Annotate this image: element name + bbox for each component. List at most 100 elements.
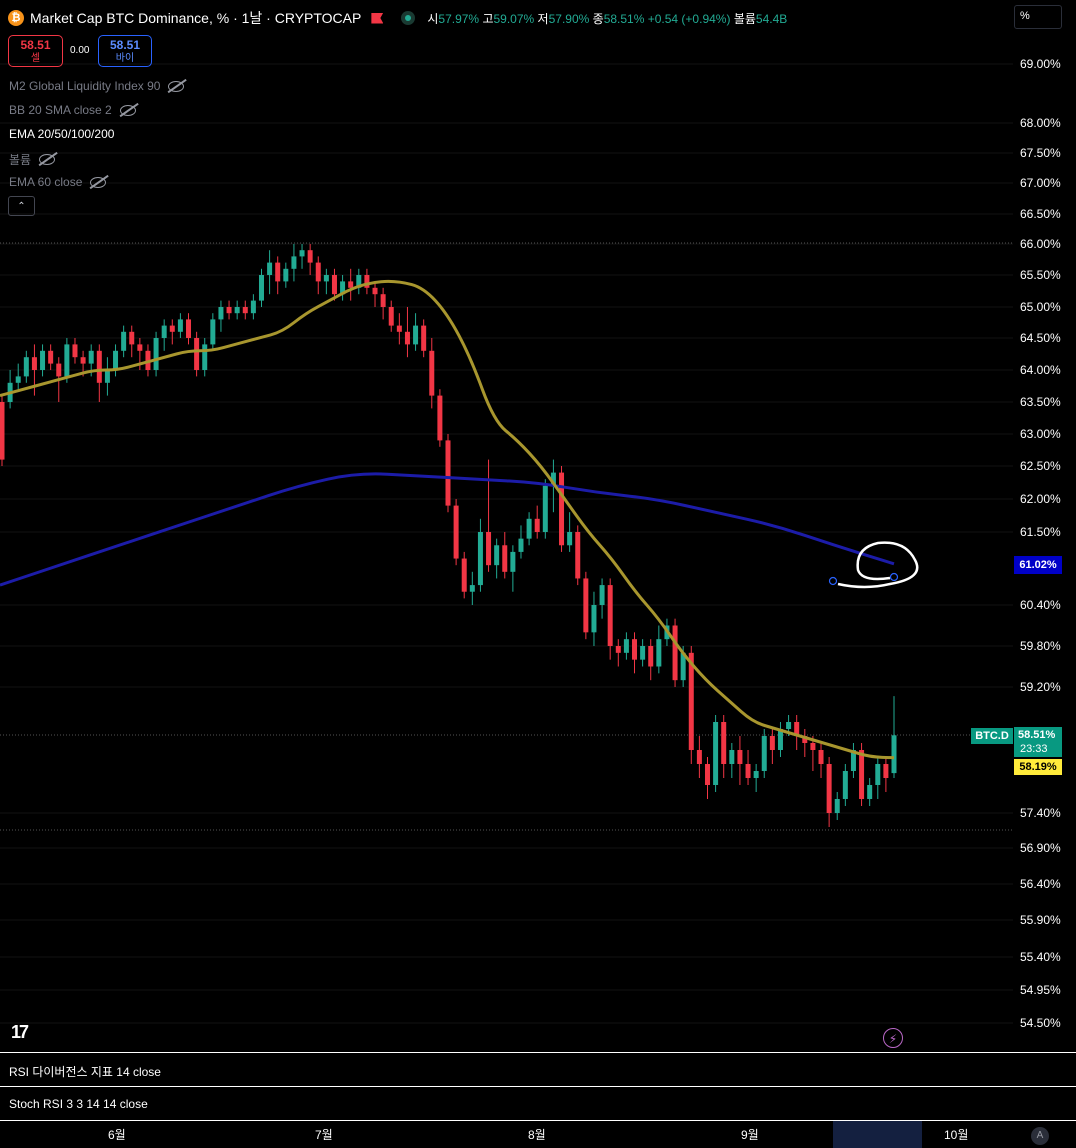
candle[interactable] bbox=[161, 319, 167, 351]
candle[interactable] bbox=[169, 319, 175, 345]
candle[interactable] bbox=[348, 268, 354, 301]
candle[interactable] bbox=[486, 459, 492, 572]
candle[interactable] bbox=[186, 313, 192, 345]
candle[interactable] bbox=[640, 639, 646, 667]
candle[interactable] bbox=[234, 300, 240, 320]
stoch-pane-label[interactable]: Stoch RSI 3 3 14 14 close bbox=[9, 1097, 148, 1111]
collapse-legend-button[interactable]: ⌃ bbox=[8, 196, 35, 216]
candle[interactable] bbox=[121, 325, 127, 358]
candle[interactable] bbox=[510, 545, 516, 592]
buy-button[interactable]: 58.51 바이 bbox=[98, 35, 152, 67]
candle[interactable] bbox=[672, 618, 678, 687]
candle[interactable] bbox=[202, 338, 208, 377]
candle[interactable] bbox=[761, 729, 767, 778]
indicator-volume[interactable]: 볼륨 bbox=[9, 151, 56, 168]
candle[interactable] bbox=[96, 344, 102, 402]
candle[interactable] bbox=[615, 639, 621, 667]
candle[interactable] bbox=[242, 300, 248, 320]
candle[interactable] bbox=[648, 639, 654, 681]
candle[interactable] bbox=[307, 244, 313, 275]
candle[interactable] bbox=[623, 632, 629, 660]
candle[interactable] bbox=[713, 715, 719, 792]
candle[interactable] bbox=[477, 518, 483, 592]
candle[interactable] bbox=[40, 344, 46, 377]
candle[interactable] bbox=[315, 256, 321, 295]
candle[interactable] bbox=[340, 275, 346, 301]
candle[interactable] bbox=[364, 268, 370, 295]
candle[interactable] bbox=[396, 313, 402, 345]
candle[interactable] bbox=[704, 757, 710, 799]
candle[interactable] bbox=[826, 757, 832, 827]
candle[interactable] bbox=[226, 300, 232, 320]
pane-divider[interactable] bbox=[0, 1086, 1076, 1087]
candle[interactable] bbox=[591, 591, 597, 646]
candle[interactable] bbox=[218, 300, 224, 332]
indicator-bollinger[interactable]: BB 20 SMA close 2 bbox=[9, 103, 136, 117]
scale-mode-input[interactable]: % bbox=[1014, 5, 1062, 29]
candle[interactable] bbox=[632, 632, 638, 674]
candle[interactable] bbox=[607, 578, 613, 660]
candle[interactable] bbox=[7, 370, 13, 409]
candle[interactable] bbox=[526, 512, 532, 546]
candle[interactable] bbox=[72, 338, 78, 364]
candle[interactable] bbox=[275, 256, 281, 295]
candle[interactable] bbox=[445, 434, 451, 513]
candle[interactable] bbox=[380, 287, 386, 320]
candle[interactable] bbox=[0, 395, 5, 466]
candle[interactable] bbox=[559, 466, 565, 552]
candle[interactable] bbox=[729, 743, 735, 778]
candle[interactable] bbox=[153, 331, 159, 377]
candle[interactable] bbox=[104, 357, 110, 396]
candle[interactable] bbox=[421, 319, 427, 358]
candle[interactable] bbox=[850, 743, 856, 778]
pane-divider[interactable] bbox=[0, 1052, 1076, 1053]
candle[interactable] bbox=[567, 512, 573, 552]
candle[interactable] bbox=[267, 250, 273, 295]
candle[interactable] bbox=[113, 344, 119, 377]
candle[interactable] bbox=[429, 338, 435, 409]
candle[interactable] bbox=[291, 244, 297, 282]
candle[interactable] bbox=[575, 525, 581, 586]
candle[interactable] bbox=[23, 350, 29, 383]
candle[interactable] bbox=[518, 525, 524, 559]
eye-hidden-icon[interactable] bbox=[90, 176, 107, 188]
candle[interactable] bbox=[834, 792, 840, 820]
candle[interactable] bbox=[842, 764, 848, 806]
candle[interactable] bbox=[194, 331, 200, 377]
chart-canvas[interactable] bbox=[0, 0, 1076, 1148]
candle[interactable] bbox=[283, 262, 289, 288]
eye-hidden-icon[interactable] bbox=[39, 154, 56, 165]
candle[interactable] bbox=[656, 625, 662, 674]
candle[interactable] bbox=[453, 499, 459, 566]
candle[interactable] bbox=[15, 363, 21, 390]
candle[interactable] bbox=[721, 715, 727, 778]
candle[interactable] bbox=[323, 268, 329, 295]
candle[interactable] bbox=[129, 325, 135, 358]
candle[interactable] bbox=[372, 281, 378, 307]
candle[interactable] bbox=[696, 736, 702, 778]
eye-hidden-icon[interactable] bbox=[168, 80, 185, 92]
candle[interactable] bbox=[583, 571, 589, 640]
candle[interactable] bbox=[794, 715, 800, 750]
indicator-ema[interactable]: EMA 20/50/100/200 bbox=[9, 127, 114, 141]
candle[interactable] bbox=[769, 729, 775, 764]
candle[interactable] bbox=[599, 578, 605, 619]
candle[interactable] bbox=[437, 389, 443, 447]
candle[interactable] bbox=[494, 538, 500, 579]
candle[interactable] bbox=[542, 479, 548, 539]
candle[interactable] bbox=[534, 505, 540, 539]
rsi-pane-label[interactable]: RSI 다이버전스 지표 14 close bbox=[9, 1063, 161, 1080]
indicator-ema60[interactable]: EMA 60 close bbox=[9, 175, 107, 189]
candle[interactable] bbox=[753, 764, 759, 792]
candle[interactable] bbox=[867, 778, 873, 806]
candle[interactable] bbox=[777, 722, 783, 757]
candle[interactable] bbox=[818, 743, 824, 778]
eye-hidden-icon[interactable] bbox=[119, 104, 136, 116]
candle[interactable] bbox=[737, 736, 743, 785]
candle[interactable] bbox=[356, 268, 362, 295]
candle[interactable] bbox=[250, 294, 256, 320]
candle[interactable] bbox=[875, 757, 881, 799]
candle[interactable] bbox=[210, 313, 216, 351]
flash-icon[interactable]: ⚡ bbox=[883, 1028, 903, 1048]
candle[interactable] bbox=[469, 571, 475, 605]
